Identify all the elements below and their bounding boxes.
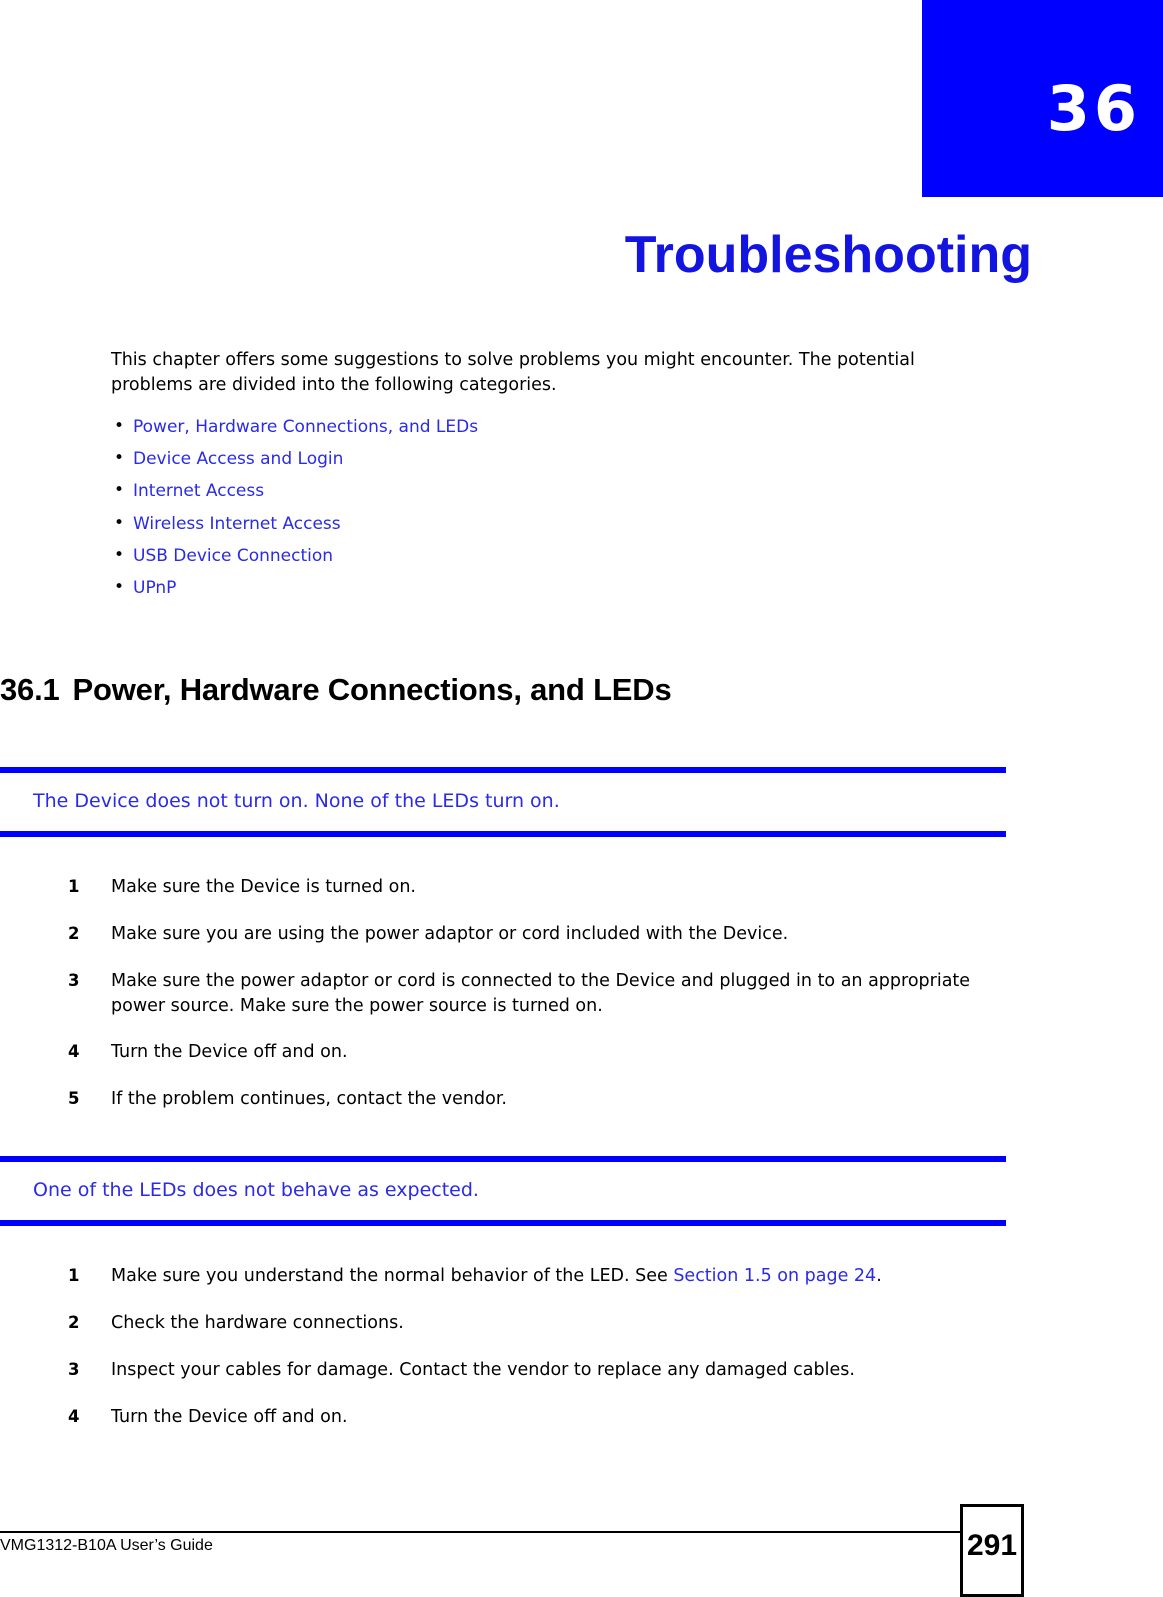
list-item[interactable]: • USB Device Connection [111, 544, 1031, 567]
step-number: 2 [68, 1312, 80, 1332]
problem-block-1: The Device does not turn on. None of the… [0, 767, 1006, 837]
step-number: 1 [68, 1266, 80, 1285]
rule-bottom [0, 830, 1006, 837]
bullet-icon: • [114, 544, 125, 565]
bullet-icon: • [114, 577, 125, 597]
step-item: 4 Turn the Device off and on. [68, 1405, 1018, 1430]
cross-reference-link[interactable]: Section 1.5 on page 24 [673, 1266, 876, 1286]
bullet-icon: • [114, 480, 125, 501]
step-number: 3 [68, 1359, 80, 1379]
step-number: 4 [68, 1406, 80, 1426]
section-heading: 36.1 Power, Hardware Connections, and LED… [0, 672, 672, 708]
list-item[interactable]: • Internet Access [111, 480, 1031, 502]
step-number: 5 [68, 1089, 80, 1109]
step-text: Turn the Device off and on. [111, 1406, 348, 1427]
list-item[interactable]: • Wireless Internet Access [111, 512, 1031, 535]
intro-paragraph: This chapter offers some suggestions to … [111, 350, 915, 396]
step-item: 5 If the problem continues, contact the … [68, 1087, 1018, 1112]
step-item: 3 Inspect your cables for damage. Contac… [68, 1358, 1018, 1383]
step-item: 1 Make sure you understand the normal beh… [68, 1264, 1018, 1289]
step-item: 2 Make sure you are using the power adap… [68, 922, 1018, 947]
step-number: 4 [68, 1042, 80, 1062]
category-link-usb-device-connection[interactable]: USB Device Connection [133, 546, 333, 566]
step-text: Check the hardware connections. [111, 1312, 404, 1333]
step-item: 3 Make sure the power adaptor or cord is… [68, 969, 1018, 1019]
step-text: If the problem continues, contact the ve… [111, 1089, 507, 1110]
list-item[interactable]: • Device Access and Login [111, 448, 1031, 470]
chapter-number: 36 [1046, 72, 1141, 145]
category-link-list: • Power, Hardware Connections, and LEDs … [111, 415, 1031, 600]
chapter-number-block: 36 [922, 0, 1163, 197]
step-number: 1 [68, 877, 80, 896]
category-link-internet-access[interactable]: Internet Access [133, 481, 264, 501]
bullet-icon: • [114, 448, 125, 468]
step-number: 3 [68, 970, 80, 990]
list-item[interactable]: • UPnP [111, 577, 1031, 599]
step-text-after: . [876, 1266, 882, 1286]
step-item: 1 Make sure the Device is turned on. [68, 875, 1018, 900]
section-title: Power, Hardware Connections, and LEDs [72, 672, 672, 707]
page-number-box: 291 [960, 1504, 1024, 1597]
rule-bottom [0, 1219, 1006, 1226]
section-number: 36.1 [0, 672, 60, 707]
bullet-icon: • [114, 512, 125, 533]
footer-divider [0, 1531, 962, 1533]
step-text: Make sure the power adaptor or cord is c… [111, 970, 971, 1016]
category-link-upnp[interactable]: UPnP [133, 578, 176, 598]
list-item[interactable]: • Power, Hardware Connections, and LEDs [111, 415, 1031, 438]
step-text: Make sure you are using the power adapto… [111, 923, 789, 944]
step-item: 2 Check the hardware connections. [68, 1311, 1018, 1336]
problem-heading-2: One of the LEDs does not behave as expec… [33, 1179, 479, 1201]
step-text-before: Make sure you understand the normal beha… [111, 1266, 674, 1286]
category-link-power-hardware-leds[interactable]: Power, Hardware Connections, and LEDs [133, 417, 478, 437]
steps-list-2: 1 Make sure you understand the normal beh… [68, 1264, 1018, 1451]
step-text: Make sure the Device is turned on. [111, 877, 416, 897]
step-text: Inspect your cables for damage. Contact … [111, 1359, 855, 1380]
bullet-icon: • [114, 415, 125, 436]
problem-block-2: One of the LEDs does not behave as expec… [0, 1156, 1006, 1226]
step-number: 2 [68, 923, 80, 943]
footer-guide-name: VMG1312-B10A User’s Guide [0, 1537, 213, 1554]
page-number: 291 [966, 1529, 1018, 1562]
intro-section: This chapter offers some suggestions to … [111, 348, 1031, 610]
category-link-device-access-login[interactable]: Device Access and Login [133, 449, 343, 469]
step-text: Turn the Device off and on. [111, 1042, 348, 1063]
problem-heading-1: The Device does not turn on. None of the… [33, 790, 560, 812]
step-item: 4 Turn the Device off and on. [68, 1040, 1018, 1065]
page-title: Troubleshooting [624, 226, 1032, 284]
steps-list-1: 1 Make sure the Device is turned on. 2 M… [68, 875, 1018, 1134]
category-link-wireless-internet-access[interactable]: Wireless Internet Access [133, 514, 341, 534]
